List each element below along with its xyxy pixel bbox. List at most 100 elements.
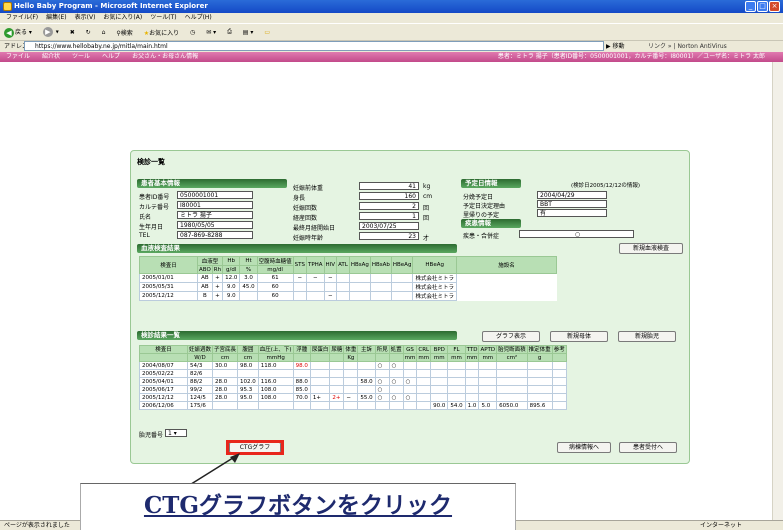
fetus-number-select[interactable]: 1 ▾ xyxy=(165,429,187,437)
forward-button[interactable]: ▶ ▾ xyxy=(42,27,59,38)
disease-field[interactable]: ○ xyxy=(519,230,634,238)
pregnancy-field-value[interactable]: 1 xyxy=(359,212,419,220)
exam-cell xyxy=(292,369,311,378)
table-row[interactable]: 2005/06/17 99/2 28.0 95.3 108.0 85.0 ○ xyxy=(139,385,567,394)
menu-help[interactable]: ヘルプ(H) xyxy=(185,14,212,21)
history-button[interactable]: ◷ xyxy=(190,29,195,36)
table-row[interactable]: 2005/12/12 B +9.0 60 − 株式会社ミトラ xyxy=(139,291,557,301)
exam-header-cell: 推定体重 xyxy=(526,345,553,354)
blood-cell: 9.0 xyxy=(222,291,241,301)
exam-cell xyxy=(430,361,449,370)
app-menu-referral[interactable]: 紹介状 xyxy=(42,53,60,60)
pregnancy-field-value[interactable]: 2 xyxy=(359,202,419,210)
pregnancy-fields: 妊娠前体重 41 kg 身長 160 cm 妊娠回数 2 回経産回数 1 回最終月経開始日 2003/… xyxy=(293,182,451,242)
app-menu-help[interactable]: ヘルプ xyxy=(102,53,120,60)
back-button[interactable]: ◀ 戻る ▾ xyxy=(4,27,32,38)
exam-unit-cell: mm xyxy=(402,353,418,362)
exam-unit-cell: mm xyxy=(430,353,449,362)
patient-field-value[interactable]: 0500001001 xyxy=(177,191,253,199)
schedule-field-value[interactable]: 有 xyxy=(537,209,607,217)
address-input[interactable]: https://www.hellobaby.ne.jp/mitla/main.h… xyxy=(24,41,604,51)
new-fetus-button[interactable]: 新規胎児 xyxy=(618,331,676,342)
pregnancy-field-value[interactable]: 2003/07/25 xyxy=(359,222,419,230)
vertical-scrollbar[interactable] xyxy=(772,62,783,520)
new-blood-test-button[interactable]: 新規血液検査 xyxy=(619,243,683,254)
exam-unit-cell: mm xyxy=(416,353,432,362)
exam-results-header: 検診結果一覧 xyxy=(137,331,457,340)
table-row[interactable]: 2005/05/31 AB +9.0 45.0 60 株式会社ミトラ xyxy=(139,282,557,292)
blood-cell xyxy=(305,282,325,292)
pregnancy-field-unit: 回 xyxy=(423,205,430,212)
exam-cell xyxy=(309,377,331,386)
refresh-button[interactable]: ↻ xyxy=(86,29,91,36)
table-row[interactable]: 2005/01/01 AB +12.0 3.0 61− − − 株式会社ミトラ xyxy=(139,273,557,283)
exam-cell xyxy=(464,393,480,402)
exam-cell xyxy=(416,401,432,410)
app-menu-tools[interactable]: ツール xyxy=(72,53,90,60)
exam-header-cell: 子宮底長 xyxy=(212,345,239,354)
exam-cell xyxy=(526,377,553,386)
patient-field-value[interactable]: 1980/05/05 xyxy=(177,221,253,229)
blood-cell: 2005/01/01 xyxy=(139,273,198,283)
schedule-field-value[interactable]: 2004/04/29 xyxy=(537,191,607,199)
exam-cell: 98.0 xyxy=(292,361,311,370)
go-button[interactable]: ▶ 移動 xyxy=(606,41,625,50)
stop-button[interactable]: ✖ xyxy=(70,29,75,36)
exam-cell xyxy=(416,377,432,386)
pregnancy-field-value[interactable]: 23 xyxy=(359,232,419,240)
exam-cell xyxy=(551,361,567,370)
exam-cell: 98.0 xyxy=(237,361,259,370)
pregnancy-field-value[interactable]: 160 xyxy=(359,192,419,200)
blood-cell xyxy=(348,273,371,283)
patient-field-value[interactable]: I80001 xyxy=(177,201,253,209)
folder-button[interactable]: ▭ xyxy=(264,29,270,36)
exam-cell xyxy=(447,385,466,394)
table-row[interactable]: 2005/02/22 82/6 xyxy=(139,369,567,378)
patient-field-value[interactable]: ミトラ 揚子 xyxy=(177,211,253,219)
app-menu-parent-info[interactable]: お父さん・お母さん情報 xyxy=(132,53,198,60)
search-button[interactable]: ⚲検索 xyxy=(116,28,132,37)
new-mother-button[interactable]: 新規母体 xyxy=(550,331,608,342)
table-row[interactable]: 2004/08/07 54/3 30.0 98.0 118.0 98.0 ○ ○ xyxy=(139,361,567,370)
table-row[interactable]: 2006/12/06 175/6 90.0 54.0 1.0 5.0 6050.0 895.6 xyxy=(139,401,567,410)
edit-button[interactable]: ▤ ▾ xyxy=(243,29,254,36)
table-row[interactable]: 2005/12/12 124/5 28.0 95.0 108.0 70.0 1+ 2+ −55.… xyxy=(139,393,567,402)
table-row[interactable]: 2005/04/01 88/2 28.0 102.0 116.0 88.0 58.0 ○ ○ ○ xyxy=(139,377,567,386)
schedule-field-value[interactable]: BBT xyxy=(537,200,607,208)
blood-cell: 2005/12/12 xyxy=(139,291,198,301)
patient-reception-button[interactable]: 患者受付へ xyxy=(619,442,677,453)
menu-tools[interactable]: ツール(T) xyxy=(150,14,176,21)
patient-fields: 患者ID番号 0500001001 カルテ番号 I80001 氏名 ミトラ 揚子 生年月日 1… xyxy=(139,191,289,241)
exam-cell xyxy=(464,369,480,378)
pregnancy-field-value[interactable]: 41 xyxy=(359,182,419,190)
blood-cell: − xyxy=(292,273,307,283)
menu-file[interactable]: ファイル(F) xyxy=(6,14,38,21)
menu-favorites[interactable]: お気に入り(A) xyxy=(103,14,142,21)
exam-cell: 54.0 xyxy=(447,401,466,410)
close-button[interactable]: × xyxy=(769,1,780,12)
ward-info-button[interactable]: 病棟情報へ xyxy=(557,442,611,453)
pregnancy-field-unit: 才 xyxy=(423,235,430,242)
print-button[interactable]: ⎙ xyxy=(227,28,232,36)
exam-cell xyxy=(343,377,359,386)
favorites-button[interactable]: ★お気に入り xyxy=(144,28,179,37)
pregnancy-field-label: 最終月経開始日 xyxy=(293,225,336,232)
exam-cell xyxy=(430,369,449,378)
patient-field-value[interactable]: 087-869-8288 xyxy=(177,231,253,239)
maximize-button[interactable]: □ xyxy=(757,1,768,12)
blood-cell: + xyxy=(211,282,224,292)
blood-cell xyxy=(305,291,325,301)
links-label[interactable]: リンク » | Norton AntiVirus xyxy=(648,41,727,50)
exam-cell xyxy=(374,369,390,378)
minimize-button[interactable]: _ xyxy=(745,1,756,12)
menu-edit[interactable]: 編集(E) xyxy=(46,14,66,21)
mail-button[interactable]: ✉ ▾ xyxy=(206,29,216,36)
graph-display-button[interactable]: グラフ表示 xyxy=(482,331,540,342)
menu-view[interactable]: 表示(V) xyxy=(75,14,96,21)
app-menu-file[interactable]: ファイル xyxy=(6,53,30,60)
exam-cell: ○ xyxy=(402,393,418,402)
exam-cell xyxy=(430,377,449,386)
home-button[interactable]: ⌂ xyxy=(102,29,106,36)
exam-cell: 108.0 xyxy=(257,385,294,394)
exam-unit-cell xyxy=(309,353,331,362)
